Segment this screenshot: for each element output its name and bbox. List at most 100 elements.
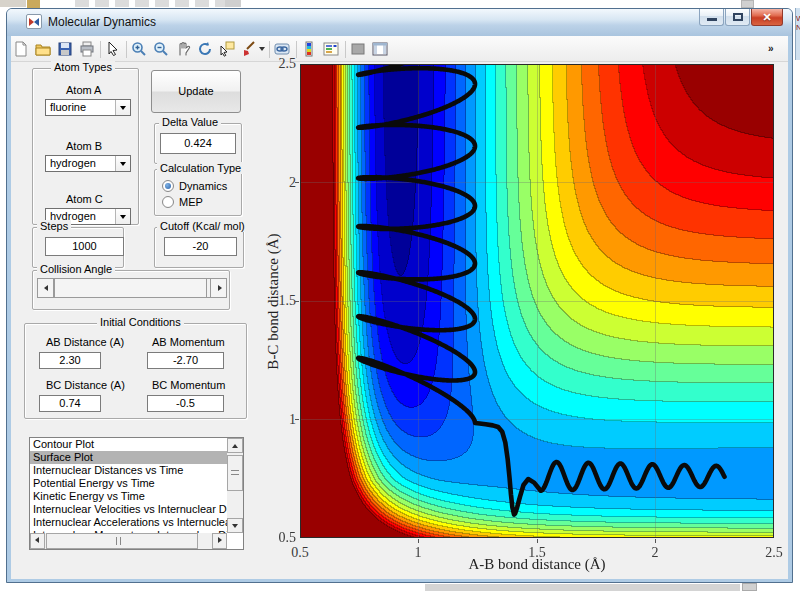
toolbar <box>11 36 788 62</box>
new-document-icon[interactable] <box>13 41 31 59</box>
vscroll-thumb-grip <box>231 470 239 475</box>
list-item[interactable]: Internuclear Velocities vs Internuclear … <box>30 503 227 516</box>
left-arrow-icon <box>35 537 39 543</box>
dynamics-radio-label[interactable]: Dynamics <box>179 180 227 192</box>
x-tickmark <box>537 539 538 543</box>
initial-conditions-title: Initial Conditions <box>97 316 184 328</box>
bc-distance-field[interactable]: 0.74 <box>39 395 101 412</box>
bg-window-fragment-top2 <box>225 0 241 7</box>
open-folder-icon[interactable] <box>35 41 53 59</box>
x-tickmark <box>655 539 656 543</box>
steps-title: Steps <box>37 220 71 232</box>
mep-radio[interactable] <box>162 196 174 208</box>
toolbar-separator <box>345 41 346 58</box>
list-item[interactable]: Internuclear Accelerations vs Internucle… <box>30 516 227 529</box>
bc-momentum-field[interactable]: -0.5 <box>147 395 224 412</box>
cutoff-title: Cutoff (Kcal/ mol) <box>157 220 248 232</box>
right-arrow-icon <box>218 537 222 543</box>
list-item[interactable]: Contour Plot <box>30 438 227 451</box>
window-title: Molecular Dynamics <box>48 15 156 29</box>
bc-distance-label: BC Distance (A) <box>46 379 125 391</box>
ab-distance-field[interactable]: 2.30 <box>39 352 101 369</box>
y-tickmark <box>295 301 299 302</box>
ab-distance-label: AB Distance (A) <box>46 336 124 348</box>
atom-b-dropdown[interactable]: hydrogen <box>45 155 131 172</box>
pan-hand-icon[interactable] <box>175 41 193 59</box>
y-tickmark <box>295 182 299 183</box>
bg-window-fragment-bottom <box>425 584 740 591</box>
brush-dropdown-icon[interactable] <box>259 47 265 51</box>
atom-types-title: Atom Types <box>51 61 115 73</box>
minimize-button[interactable] <box>699 9 724 26</box>
show-plot-tools-icon[interactable] <box>372 41 390 59</box>
toolbar-separator <box>296 41 297 58</box>
print-icon[interactable] <box>79 41 97 59</box>
x-tick-label: 2.5 <box>754 545 794 561</box>
list-item[interactable]: Potential Energy vs Time <box>30 477 227 490</box>
calculation-type-title: Calculation Type <box>157 162 244 174</box>
maximize-button[interactable] <box>725 9 750 26</box>
down-arrow-icon <box>232 524 238 528</box>
bg-window-fragment-bottom2 <box>742 583 757 591</box>
bg-window-fragment-topleft <box>0 0 26 7</box>
bg-window-sliver-text: WN <box>796 14 800 32</box>
y-tick-label: 2.5 <box>266 56 296 72</box>
y-tickmark <box>295 419 299 420</box>
slider-thumb[interactable] <box>54 278 207 298</box>
zoom-out-icon[interactable] <box>153 41 171 59</box>
ab-momentum-field[interactable]: -2.70 <box>147 352 224 369</box>
toolbar-overflow-icon[interactable]: » <box>768 43 774 54</box>
slider-right-arrow[interactable] <box>210 278 227 298</box>
bg-window-fragment-topright <box>741 0 754 8</box>
listbox-items: Contour Plot Surface Plot Internuclear D… <box>30 438 227 533</box>
x-tickmark <box>418 539 419 543</box>
ab-momentum-label: AB Momentum <box>152 336 225 348</box>
y-tick-label: 1 <box>266 412 296 428</box>
atom-c-label: Atom C <box>66 193 103 205</box>
cutoff-field[interactable]: -20 <box>164 237 237 256</box>
edit-plot-arrow-icon[interactable] <box>105 41 123 59</box>
zoom-in-icon[interactable] <box>131 41 149 59</box>
rotate-3d-icon[interactable] <box>197 41 215 59</box>
hscroll-thumb[interactable] <box>46 533 198 549</box>
insert-colorbar-icon[interactable] <box>301 41 319 59</box>
list-item-selected[interactable]: Surface Plot <box>30 451 227 464</box>
x-axis-label: A-B bond distance (Å) <box>407 556 667 573</box>
bg-window-fragment-buttons <box>75 0 240 7</box>
atom-a-label: Atom A <box>66 84 101 96</box>
toolbar-separator <box>100 41 101 58</box>
collision-angle-title: Collision Angle <box>37 263 115 275</box>
x-tick-label: 0.5 <box>280 545 320 561</box>
potential-surface-plot <box>300 64 774 538</box>
list-item[interactable]: Internuclear Distances vs Time <box>30 464 227 477</box>
up-arrow-icon <box>232 444 238 448</box>
dropdown-arrow-icon <box>115 100 130 115</box>
hide-plot-tools-icon[interactable] <box>350 41 368 59</box>
y-axis-label: B-C bond distance (Å) <box>265 202 282 402</box>
data-cursor-icon[interactable] <box>219 41 237 59</box>
dynamics-radio[interactable] <box>162 180 174 192</box>
delta-value-field[interactable]: 0.424 <box>160 133 236 154</box>
slider-left-arrow[interactable] <box>37 278 54 298</box>
hscroll-thumb-grip <box>116 537 121 545</box>
atom-a-dropdown[interactable]: fluorine <box>45 99 131 116</box>
dropdown-arrow-icon <box>115 156 130 171</box>
list-item[interactable]: Kinetic Energy vs Time <box>30 490 227 503</box>
update-button[interactable]: Update <box>151 70 241 113</box>
brush-icon[interactable] <box>241 41 259 59</box>
dropdown-arrow-icon <box>115 209 130 224</box>
steps-field[interactable]: 1000 <box>45 237 124 256</box>
insert-legend-icon[interactable] <box>323 41 341 59</box>
calculation-type-group: Calculation Type <box>154 169 242 216</box>
mep-radio-label[interactable]: MEP <box>179 196 203 208</box>
y-tick-label: 2 <box>266 175 296 191</box>
delta-value-title: Delta Value <box>159 116 221 128</box>
atom-b-label: Atom B <box>66 140 102 152</box>
app-icon <box>26 14 42 29</box>
save-icon[interactable] <box>57 41 75 59</box>
y-tick-label: 0.5 <box>266 530 296 546</box>
bg-window-fragment-tan <box>27 0 40 8</box>
bc-momentum-label: BC Momentum <box>152 379 225 391</box>
close-button[interactable]: ✕ <box>751 9 783 26</box>
toolbar-separator <box>126 41 127 58</box>
